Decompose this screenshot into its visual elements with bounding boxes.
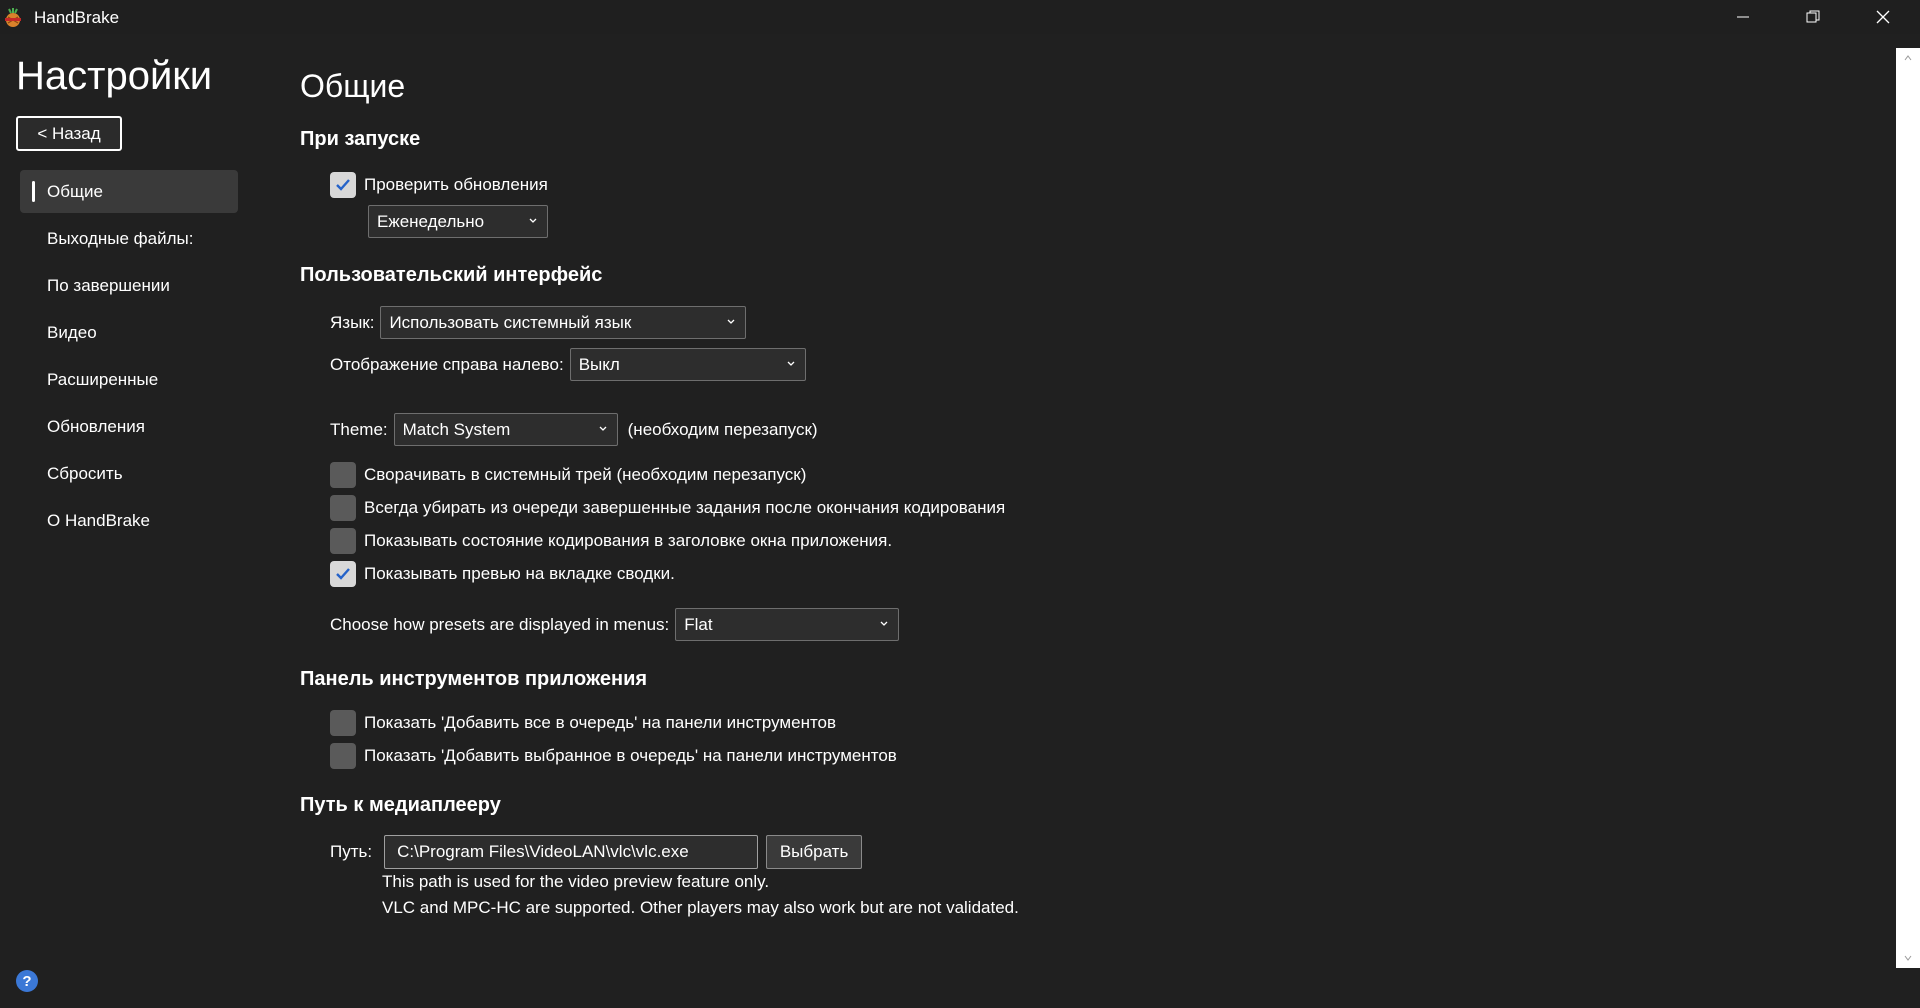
media-path-input[interactable]: C:\Program Files\VideoLAN\vlc\vlc.exe (384, 835, 759, 869)
back-button[interactable]: < Назад (16, 116, 122, 151)
minimize-icon (1737, 16, 1749, 18)
language-label: Язык: (330, 312, 375, 332)
show-preview-summary-checkbox[interactable] (330, 561, 356, 587)
checkmark-icon (336, 568, 350, 580)
theme-value: Match System (402, 419, 511, 439)
chevron-down-icon (880, 621, 888, 626)
sidebar-item-label: О HandBrake (47, 510, 150, 530)
section-startup-title: При запуске (300, 128, 421, 150)
ui-checkbox-row: Всегда убирать из очереди завершенные за… (330, 495, 1005, 521)
chevron-down-icon (599, 426, 607, 431)
checkbox-label: Всегда убирать из очереди завершенные за… (364, 498, 1006, 517)
update-frequency-select[interactable]: Еженедельно (368, 205, 548, 238)
update-frequency-value: Еженедельно (377, 211, 485, 231)
sidebar-item-label: Сбросить (47, 463, 123, 483)
checkbox-label: Показывать состояние кодирования в загол… (364, 531, 893, 550)
show-status-in-title-checkbox[interactable] (330, 528, 356, 554)
toolbar-checkbox-row: Показать 'Добавить выбранное в очередь' … (330, 743, 897, 769)
sidebar-item-video[interactable]: Видео (20, 311, 238, 354)
ui-checkbox-row: Сворачивать в системный трей (необходим … (330, 462, 806, 488)
sidebar-item-general[interactable]: Общие (20, 170, 238, 213)
restore-button[interactable] (1778, 0, 1848, 34)
sidebar-item-label: Выходные файлы: (47, 228, 194, 248)
presets-display-value: Flat (684, 614, 713, 634)
title-bar: HandBrake (0, 0, 1920, 34)
toolbar-checkbox-row: Показать 'Добавить все в очередь' на пан… (330, 710, 836, 736)
check-updates-checkbox[interactable] (330, 172, 356, 198)
sidebar-nav: Общие Выходные файлы: По завершении Виде… (20, 170, 238, 546)
theme-select[interactable]: Match System (393, 413, 618, 446)
handbrake-icon (2, 6, 24, 28)
close-icon (1876, 10, 1890, 24)
media-hint-1: This path is used for the video preview … (382, 872, 770, 891)
media-path-value: C:\Program Files\VideoLAN\vlc\vlc.exe (397, 842, 689, 861)
checkmark-icon (336, 179, 350, 191)
chevron-down-icon (787, 361, 795, 366)
minimize-to-tray-checkbox[interactable] (330, 462, 356, 488)
close-button[interactable] (1848, 0, 1918, 34)
media-hint-2: VLC and MPC-HC are supported. Other play… (382, 898, 1019, 917)
minimize-button[interactable] (1708, 0, 1778, 34)
sidebar-item-output-files[interactable]: Выходные файлы: (20, 217, 238, 260)
theme-label: Theme: (330, 419, 388, 439)
language-row: Язык: Использовать системный язык (330, 306, 747, 339)
check-updates-label: Проверить обновления (364, 175, 548, 194)
rtl-row: Отображение справа налево: Выкл (330, 348, 806, 381)
sidebar-item-advanced[interactable]: Расширенные (20, 358, 238, 401)
sidebar-item-updates[interactable]: Обновления (20, 405, 238, 448)
check-updates-row: Проверить обновления (330, 172, 548, 198)
show-add-all-checkbox[interactable] (330, 710, 356, 736)
media-path-label: Путь: (330, 842, 373, 861)
language-select[interactable]: Использовать системный язык (380, 306, 747, 339)
presets-display-select[interactable]: Flat (675, 608, 900, 641)
scroll-up-icon[interactable] (1904, 54, 1912, 62)
sidebar-item-label: Видео (47, 322, 97, 342)
show-add-selected-checkbox[interactable] (330, 743, 356, 769)
checkbox-label: Показать 'Добавить выбранное в очередь' … (364, 746, 897, 765)
sidebar-item-label: Общие (47, 181, 103, 201)
browse-button[interactable]: Выбрать (766, 835, 863, 869)
window-title: HandBrake (34, 8, 120, 27)
chevron-down-icon (529, 218, 537, 223)
section-ui-title: Пользовательский интерфейс (300, 264, 603, 286)
media-path-row: Путь: C:\Program Files\VideoLAN\vlc\vlc.… (330, 835, 863, 869)
sidebar-item-when-done[interactable]: По завершении (20, 264, 238, 307)
checkbox-label: Сворачивать в системный трей (необходим … (364, 465, 807, 484)
ui-checkbox-row: Показывать превью на вкладке сводки. (330, 561, 675, 587)
sidebar-item-reset[interactable]: Сбросить (20, 452, 238, 495)
ui-checkbox-row: Показывать состояние кодирования в загол… (330, 528, 892, 554)
help-icon[interactable]: ? (16, 970, 38, 992)
presets-display-label: Choose how presets are displayed in menu… (330, 614, 670, 634)
settings-title: Настройки (16, 54, 213, 98)
restore-icon (1806, 10, 1820, 23)
section-toolbar-title: Панель инструментов приложения (300, 668, 648, 690)
settings-content: Общие При запуске Проверить обновления Е… (300, 34, 1880, 1008)
page-title: Общие (300, 68, 406, 104)
rtl-label: Отображение справа налево: (330, 354, 564, 374)
scroll-down-icon[interactable] (1904, 954, 1912, 962)
sidebar-item-label: Обновления (47, 416, 145, 436)
clear-completed-checkbox[interactable] (330, 495, 356, 521)
vertical-scrollbar[interactable] (1896, 48, 1920, 968)
sidebar-item-label: Расширенные (47, 369, 159, 389)
chevron-down-icon (727, 319, 735, 324)
presets-display-row: Choose how presets are displayed in menu… (330, 608, 900, 641)
section-media-player-title: Путь к медиаплееру (300, 794, 501, 816)
sidebar-item-about[interactable]: О HandBrake (20, 499, 238, 542)
checkbox-label: Показывать превью на вкладке сводки. (364, 564, 675, 583)
sidebar-item-label: По завершении (47, 275, 170, 295)
checkbox-label: Показать 'Добавить все в очередь' на пан… (364, 713, 837, 732)
theme-restart-note: (необходим перезапуск) (627, 419, 818, 439)
rtl-value: Выкл (578, 354, 620, 374)
theme-row: Theme: Match System (необходим перезапус… (330, 413, 818, 446)
rtl-select[interactable]: Выкл (569, 348, 806, 381)
language-value: Использовать системный язык (389, 312, 632, 332)
